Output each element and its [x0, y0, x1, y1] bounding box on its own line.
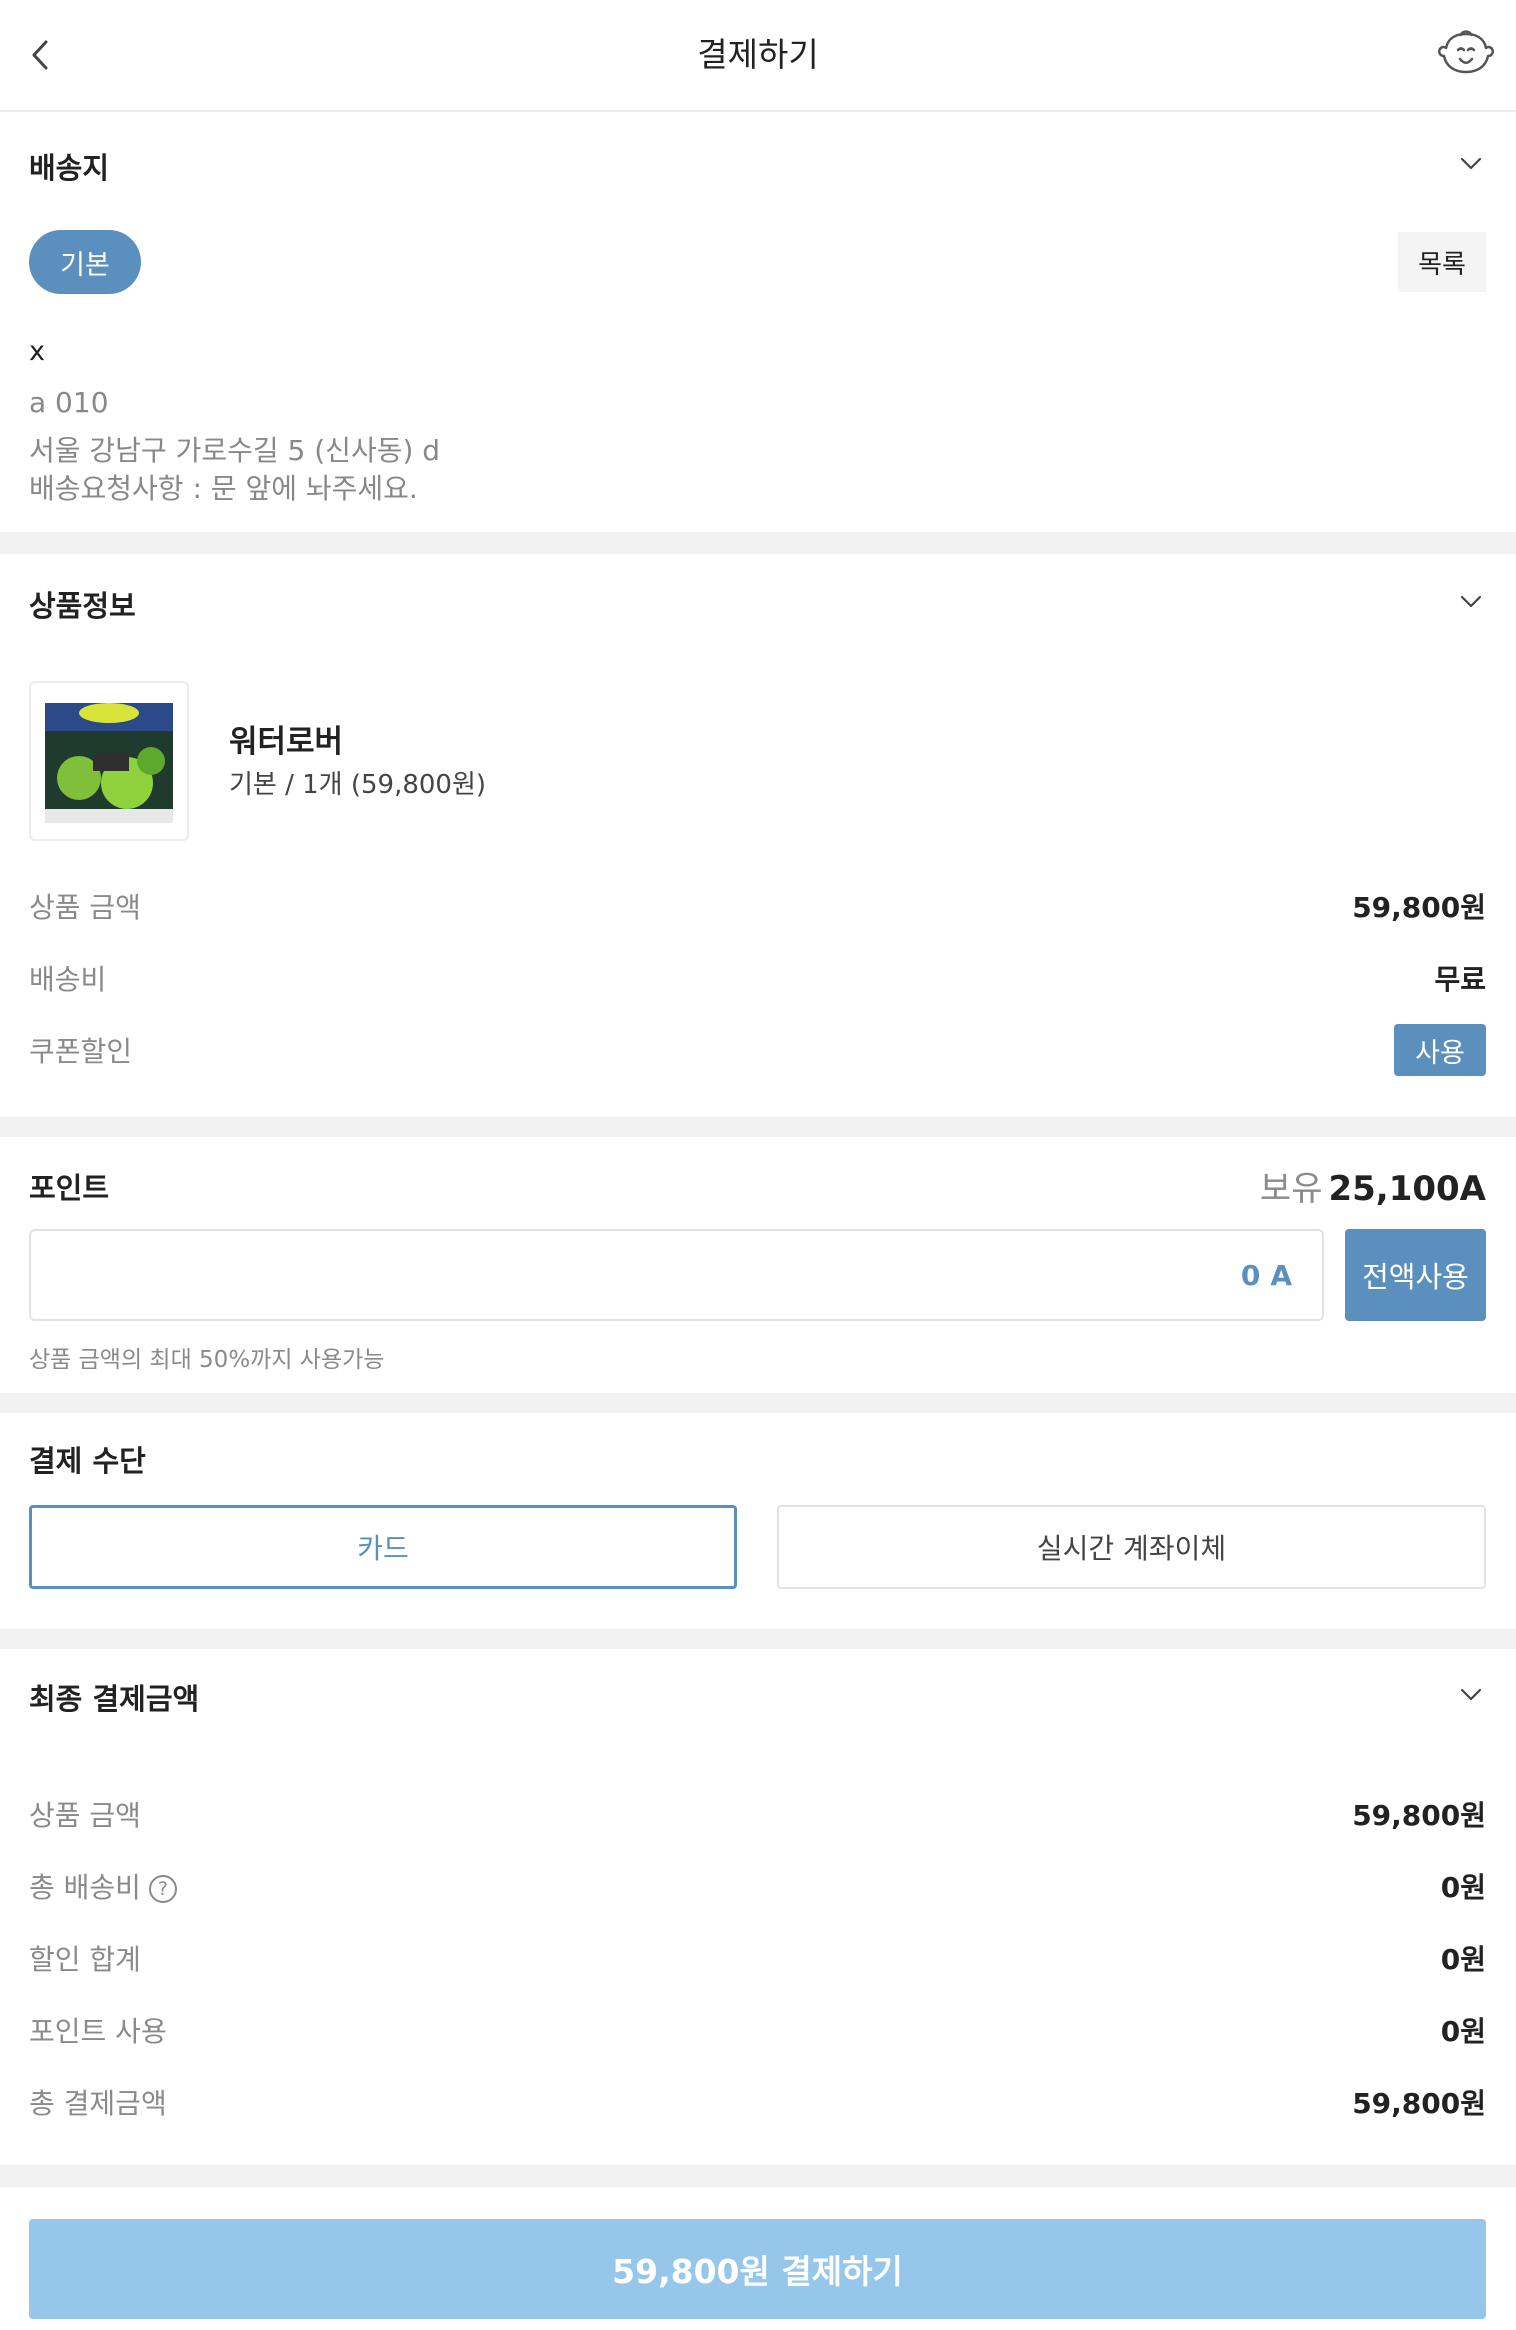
points-title: 포인트	[29, 1171, 110, 1205]
summary-shipping-value: 0원	[1440, 1871, 1486, 1904]
summary-product-price-value: 59,800원	[1352, 1799, 1486, 1832]
top-bar: 결제하기	[0, 0, 1516, 112]
points-usage-note: 상품 금액의 최대 50%까지 사용가능	[29, 1347, 385, 1373]
chevron-down-icon[interactable]	[1456, 1679, 1486, 1709]
product-price-label: 상품 금액	[29, 891, 141, 924]
checkout-page: 결제하기 배송지 기본 목록 x a 010 서울 강남구 가로수길 5 (신사…	[0, 0, 1516, 2330]
delivery-request: 배송요청사항 : 문 앞에 놔주세요.	[29, 472, 418, 505]
payment-option-card[interactable]: 카드	[29, 1505, 737, 1589]
summary-points-value: 0원	[1440, 2015, 1486, 2048]
coupon-use-button[interactable]: 사용	[1394, 1024, 1486, 1076]
address-list-button[interactable]: 목록	[1398, 232, 1486, 292]
shipping-fee-label: 배송비	[29, 963, 107, 996]
pay-button[interactable]: 59,800원 결제하기	[29, 2219, 1486, 2319]
recipient-phone: a 010	[29, 386, 109, 419]
points-balance: 보유 25,100A	[1260, 1161, 1486, 1210]
points-balance-value: 25,100A	[1328, 1169, 1486, 1209]
product-option: 기본 / 1개 (59,800원)	[229, 770, 487, 800]
summary-total-label: 총 결제금액	[29, 2087, 167, 2120]
page-title: 결제하기	[697, 35, 819, 74]
payment-option-bank-transfer[interactable]: 실시간 계좌이체	[777, 1505, 1486, 1589]
summary-shipping-label-text: 총 배송비	[29, 1871, 141, 1904]
points-input-value: 0	[1240, 1258, 1261, 1292]
help-icon[interactable]: ?	[148, 1875, 177, 1903]
payment-method-title: 결제 수단	[29, 1444, 146, 1478]
shipping-fee-value: 무료	[1434, 963, 1486, 996]
chevron-down-icon[interactable]	[1456, 148, 1486, 178]
section-divider	[0, 1393, 1516, 1413]
final-amount-section: 최종 결제금액	[0, 1649, 1516, 2165]
profile-button[interactable]	[1434, 24, 1498, 84]
summary-discount-label: 할인 합계	[29, 1943, 141, 1976]
section-divider	[0, 1629, 1516, 1649]
section-divider	[0, 2165, 1516, 2187]
summary-shipping-label: 총 배송비?	[29, 1866, 177, 1906]
use-all-points-button[interactable]: 전액사용	[1345, 1229, 1486, 1321]
summary-product-price-label: 상품 금액	[29, 1799, 141, 1832]
recipient-name: x	[29, 336, 45, 367]
summary-discount-value: 0원	[1440, 1943, 1486, 1976]
product-section: 상품정보	[0, 554, 1516, 1117]
coupon-discount-label: 쿠폰할인	[29, 1035, 133, 1068]
shipping-title: 배송지	[29, 151, 110, 185]
section-divider	[0, 1117, 1516, 1137]
chevron-down-icon[interactable]	[1456, 586, 1486, 616]
product-thumbnail[interactable]	[29, 681, 189, 841]
summary-points-label: 포인트 사용	[29, 2015, 167, 2048]
default-address-chip[interactable]: 기본	[29, 230, 141, 294]
product-name: 워터로버	[229, 724, 344, 760]
final-amount-title: 최종 결제금액	[29, 1682, 200, 1716]
baby-face-icon	[1437, 30, 1495, 74]
points-input[interactable]: 0A	[29, 1229, 1324, 1321]
points-balance-label: 보유	[1259, 1169, 1323, 1209]
product-price-value: 59,800원	[1352, 891, 1486, 924]
product-box-image	[45, 703, 173, 823]
shipping-address: 서울 강남구 가로수길 5 (신사동) d	[29, 434, 441, 467]
product-title: 상품정보	[29, 589, 136, 623]
points-input-unit: A	[1270, 1258, 1292, 1292]
section-divider	[0, 532, 1516, 554]
summary-total-value: 59,800원	[1352, 2087, 1486, 2120]
